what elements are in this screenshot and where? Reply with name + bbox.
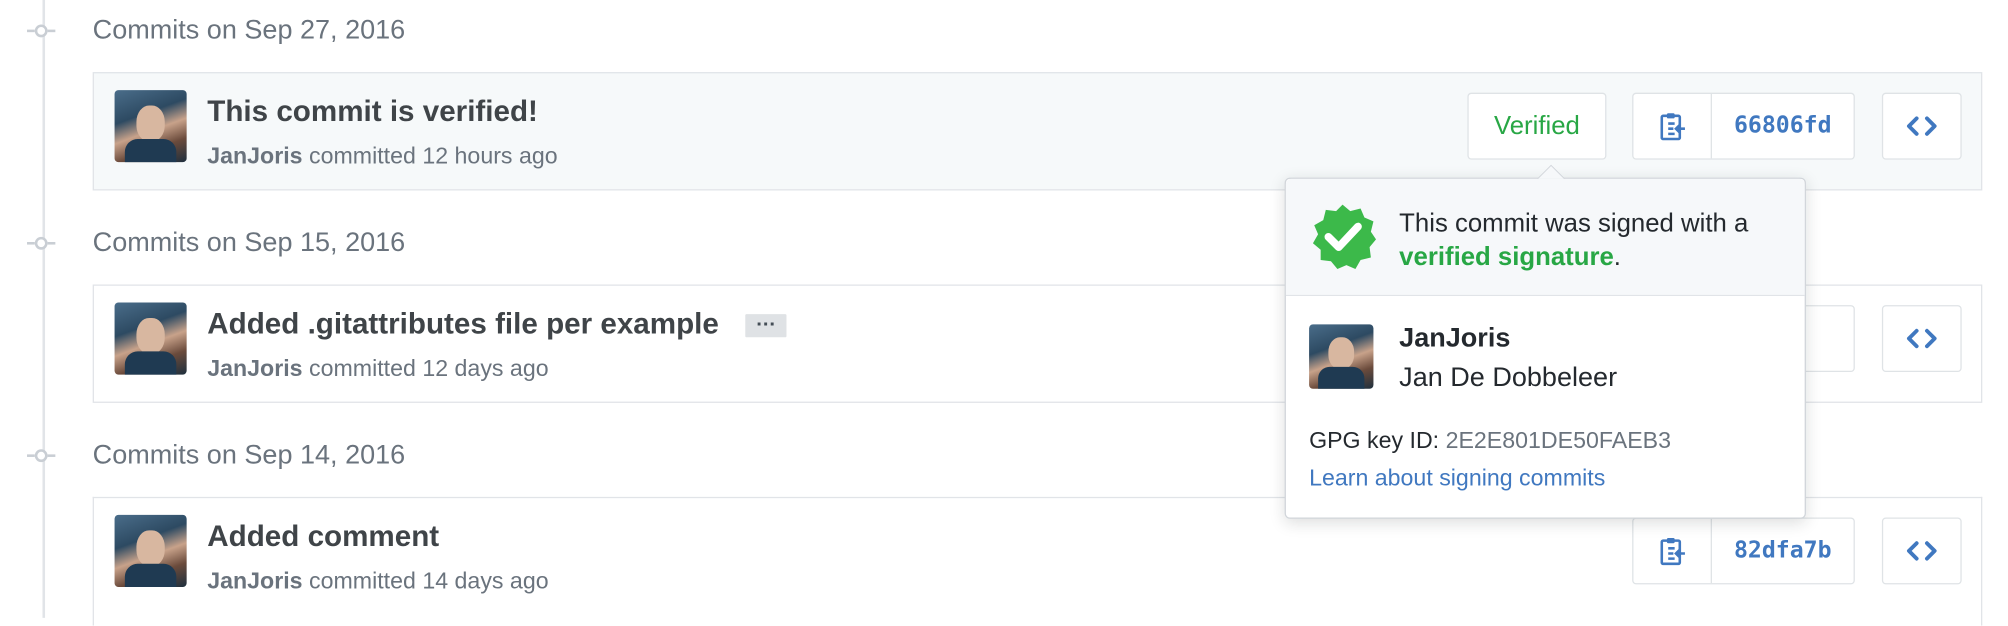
avatar[interactable] [114, 302, 187, 375]
copy-sha-button[interactable] [1633, 93, 1712, 159]
code-icon [1906, 541, 1937, 561]
copy-sha-button[interactable] [1633, 518, 1712, 584]
commit-history-page: Commits on Sep 27, 2016 This commit is v… [0, 0, 2008, 626]
gpg-key-id: 2E2E801DE50FAEB3 [1445, 427, 1672, 454]
commit-meta: JanJoris committed 12 days ago [207, 355, 548, 382]
commit-message-link[interactable]: Added comment [207, 519, 439, 554]
commit-message-link: Added .gitattributes file per example … [207, 306, 787, 341]
signature-message-text: This commit was signed with a [1399, 209, 1749, 239]
browse-repo-button[interactable] [1881, 305, 1962, 373]
timeline-line [42, 0, 46, 618]
browse-repo-button[interactable] [1881, 92, 1962, 160]
commit-meta: JanJoris committed 14 days ago [207, 568, 548, 595]
avatar[interactable] [114, 514, 187, 587]
sha-button-group: 82dfa7b [1632, 517, 1855, 585]
gpg-key-row: GPG key ID: 2E2E801DE50FAEB3 [1309, 427, 1671, 454]
avatar[interactable] [114, 90, 187, 163]
commit-group-title: Commits on Sep 15, 2016 [92, 227, 406, 258]
popover-caret-fill [1538, 166, 1564, 179]
commit-time: 12 days ago [422, 355, 549, 382]
signer-login[interactable]: JanJoris [1399, 323, 1510, 354]
verified-badge[interactable]: Verified [1467, 92, 1607, 160]
verified-seal-icon [1312, 204, 1377, 270]
commit-time: 14 days ago [422, 567, 549, 594]
signature-message: This commit was signed with a verified s… [1399, 207, 1748, 274]
commit-author-link[interactable]: JanJoris [207, 568, 302, 594]
sha-button-group: 66806fd [1632, 92, 1855, 160]
code-icon [1906, 116, 1937, 136]
commit-meta: JanJoris committed 12 hours ago [207, 143, 557, 170]
commit-time: 12 hours ago [422, 142, 558, 169]
signer-full-name: Jan De Dobbeleer [1399, 362, 1618, 393]
commit-author-link[interactable]: JanJoris [207, 355, 302, 381]
git-commit-icon [27, 24, 56, 38]
signer-avatar[interactable] [1309, 324, 1374, 389]
commit-sha-link[interactable]: 66806fd [1712, 94, 1854, 158]
git-commit-icon [27, 236, 56, 250]
git-commit-icon [27, 449, 56, 463]
popover-header: This commit was signed with a verified s… [1285, 178, 1805, 297]
commit-message-link[interactable]: This commit is verified! [207, 94, 538, 129]
learn-signing-link[interactable]: Learn about signing commits [1309, 465, 1605, 492]
expand-message-button[interactable]: … [745, 309, 787, 338]
clippy-icon [1660, 113, 1685, 141]
commit-action-text: committed [309, 142, 416, 169]
commit-action-text: committed [309, 567, 416, 594]
browse-repo-button[interactable] [1881, 517, 1962, 585]
commit-group-title: Commits on Sep 14, 2016 [92, 440, 406, 470]
commit-group-title: Commits on Sep 27, 2016 [92, 15, 406, 46]
clippy-icon [1660, 538, 1685, 566]
commit-author-link[interactable]: JanJoris [207, 143, 302, 169]
commit-message-text[interactable]: Added .gitattributes file per example [207, 306, 719, 339]
commit-action-text: committed [309, 355, 416, 382]
verified-signature-link[interactable]: verified signature [1399, 243, 1614, 271]
code-icon [1906, 328, 1937, 349]
gpg-key-label: GPG key ID: [1309, 427, 1440, 454]
signature-message-suffix: . [1613, 243, 1621, 272]
commit-row: This commit is verified! JanJoris commit… [92, 72, 1983, 191]
commit-sha-link[interactable]: 82dfa7b [1712, 519, 1854, 583]
signature-popover: This commit was signed with a verified s… [1284, 164, 1806, 519]
